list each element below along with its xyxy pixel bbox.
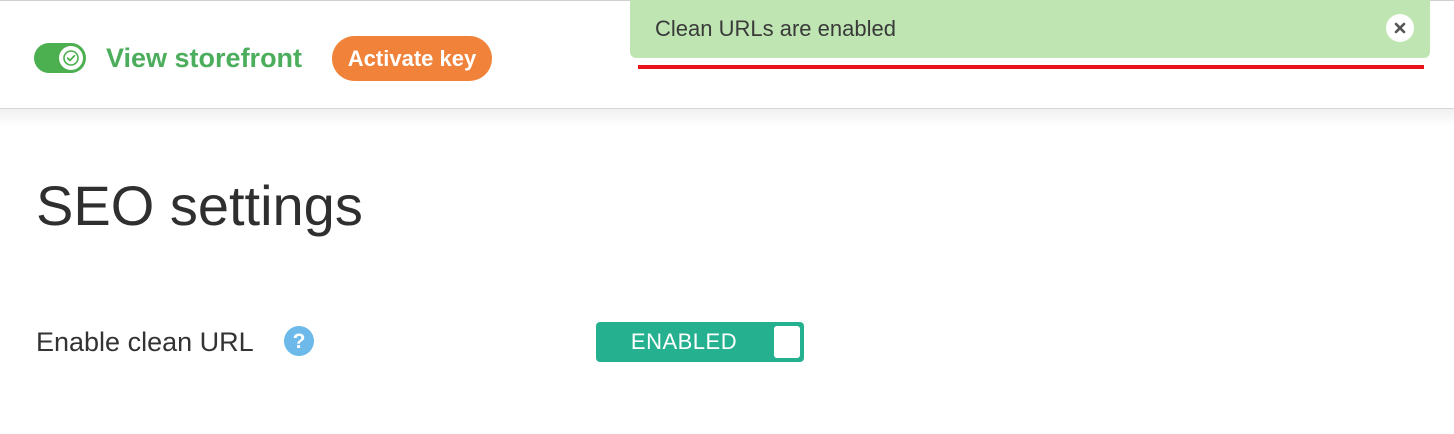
- page-title: SEO settings: [36, 174, 363, 237]
- close-icon: [1394, 22, 1406, 34]
- question-mark-icon: ?: [292, 329, 306, 353]
- activate-key-button[interactable]: Activate key: [332, 36, 492, 81]
- help-button[interactable]: ?: [284, 326, 314, 356]
- toggle-knob: [59, 46, 83, 70]
- check-icon: [63, 50, 79, 66]
- view-storefront-link[interactable]: View storefront: [106, 40, 302, 76]
- enable-clean-url-label: Enable clean URL: [36, 327, 254, 357]
- clean-url-switch[interactable]: ENABLED: [596, 322, 804, 362]
- header-shadow: [0, 109, 1454, 127]
- notification-close-button[interactable]: [1386, 14, 1414, 42]
- notification-banner: Clean URLs are enabled: [630, 0, 1430, 58]
- notification-underline: [638, 65, 1424, 69]
- switch-knob: [774, 326, 800, 358]
- switch-state-label: ENABLED: [630, 329, 738, 354]
- notification-message: Clean URLs are enabled: [655, 16, 896, 41]
- storefront-toggle[interactable]: [34, 43, 86, 73]
